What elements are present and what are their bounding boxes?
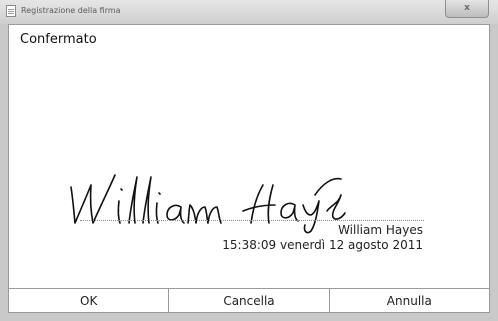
signature-dialog: Registrazione della firma x Confermato W… bbox=[0, 0, 498, 321]
window-title: Registrazione della firma bbox=[21, 6, 121, 15]
signature-line bbox=[80, 220, 424, 221]
ok-button[interactable]: OK bbox=[9, 289, 169, 312]
signer-name: William Hayes bbox=[338, 223, 423, 237]
cancel-button[interactable]: Annulla bbox=[328, 289, 489, 312]
signature-pad[interactable]: Confermato William Hayes 15:38:09 venerd… bbox=[8, 24, 490, 313]
clear-button[interactable]: Cancella bbox=[168, 289, 329, 312]
close-button[interactable]: x bbox=[445, 0, 489, 18]
title-bar[interactable]: Registrazione della firma x bbox=[0, 0, 498, 24]
document-icon bbox=[6, 5, 16, 17]
close-icon: x bbox=[464, 3, 470, 13]
signature-timestamp: 15:38:09 venerdì 12 agosto 2011 bbox=[222, 238, 423, 252]
status-label: Confermato bbox=[20, 32, 97, 47]
button-bar: OK Cancella Annulla bbox=[9, 288, 489, 312]
